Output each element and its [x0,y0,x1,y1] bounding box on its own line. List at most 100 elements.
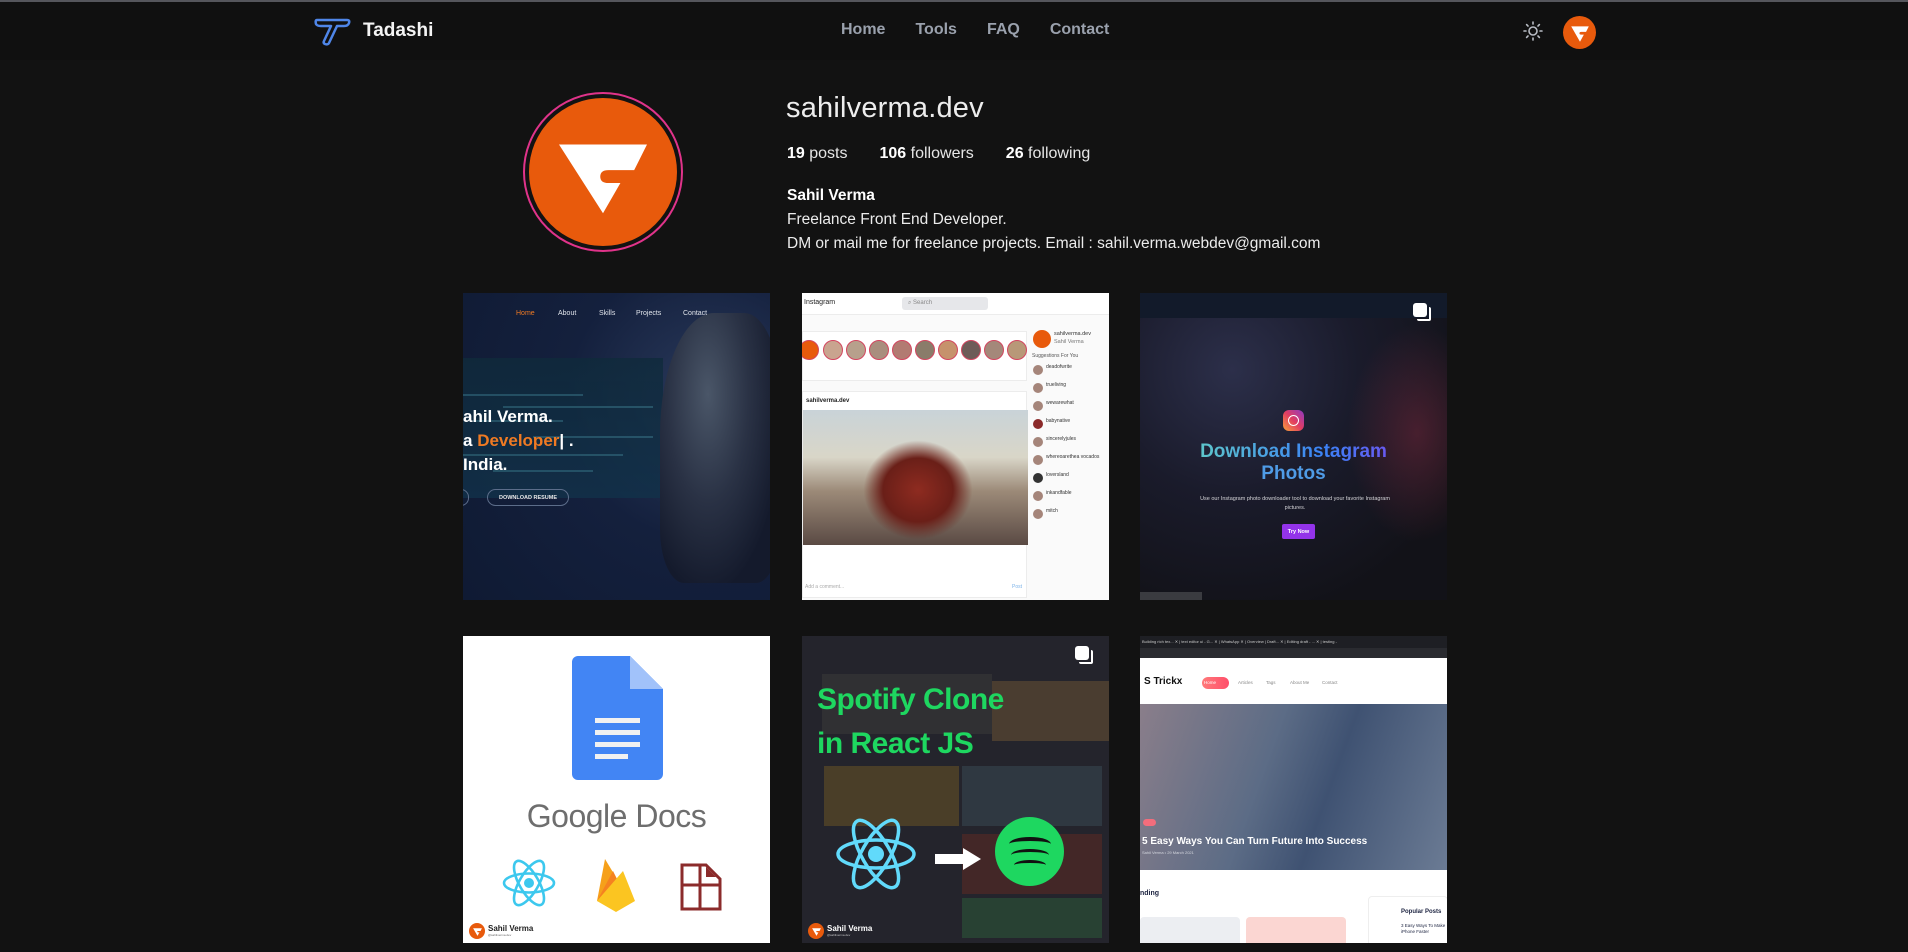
suggestion-user: sincerelyjules [1046,436,1077,442]
downloader-header [1140,293,1447,318]
brand-name: Tadashi [363,20,434,41]
blog-hero-title: 5 Easy Ways You Can Turn Future Into Suc… [1142,836,1368,847]
post-tile-instagram-clone[interactable]: Instagram ⌕ Search sahilverma.dev Add a … [802,293,1109,600]
brand-link[interactable]: Tadashi [313,16,433,46]
popular-post-item: 3 Easy Ways To Make iPhone Faster [1401,923,1446,934]
browser-tab: Editing draft - ... [1286,639,1315,644]
blog-hero-meta: Sahil Verma • 29 March 2021 [1142,850,1194,855]
suggestion-user: deadofwrite [1046,364,1072,370]
tadashi-logo-icon [314,18,351,46]
post-tile-spotify-clone[interactable]: Spotify Clone in React JS Sahil Verma @sa… [802,636,1109,943]
google-docs-wordmark: Google Docs [526,798,707,834]
google-docs-icon [572,656,663,780]
react-icon [502,859,556,907]
browser-tab: text editor ui - G... [1181,639,1214,644]
headline-line-2: a Developer| . [463,429,574,453]
stat-following[interactable]: 26 following [1006,145,1091,163]
blog-nav-about: About Me [1290,680,1310,685]
spotify-title-line-1: Spotify Clone [817,683,1004,716]
posts-count: 19 [787,145,805,162]
profile-avatar-image [529,98,677,246]
downloader-title-line-1: Download Instagram [1140,441,1447,463]
ig-topbar: Instagram ⌕ Search [802,293,1109,315]
downloader-title: Download Instagram Photos [1140,441,1447,485]
following-count: 26 [1005,145,1024,162]
watermark-handle: @sahilverma.dev [488,933,512,937]
portfolio-nav-contact: Contact [683,310,708,317]
blog-nav-tags: Tags [1266,680,1276,685]
blog-trending-heading: nding [1140,890,1160,897]
ig-feed-image [803,410,1028,545]
spotify-icon [995,817,1064,886]
theme-toggle-button[interactable] [1522,20,1544,42]
post-tile-insta-downloader[interactable]: Download Instagram Photos Use our Instag… [1140,293,1447,600]
spotify-title: Spotify Clone in React JS [817,678,1004,766]
nav-link-home[interactable]: Home [841,21,885,39]
post-tile-portfolio[interactable]: Home About Skills Projects Contact ahil … [463,293,770,600]
ig-profile-user: sahilverma.dev [1054,331,1091,337]
scrollbar-fragment [1140,592,1202,600]
portfolio-nav-about: About [558,310,577,317]
spotify-title-line-2: in React JS [817,727,974,760]
watermark-name: Sahil Verma [488,924,534,933]
post-tile-google-docs-clone[interactable]: Google Docs Sahil Verma @sahilverma.dev [463,636,770,943]
browser-tab: WhatsApp [1220,639,1240,644]
blog-header: S Trickx Home Articles Tags About Me Con… [1140,658,1447,704]
browser-tab: Building rich tex... [1142,639,1174,644]
stat-posts[interactable]: 19 posts [787,145,848,163]
blog-nav-contact: Contact [1322,680,1338,685]
user-avatar-button[interactable] [1563,16,1596,49]
nav-link-contact[interactable]: Contact [1050,21,1110,39]
bio-name: Sahil Verma [787,187,875,204]
headline-prefix: a [463,431,478,450]
multiple-images-icon [1413,303,1431,321]
suggestion-user: mitch [1046,508,1058,514]
nav-link-tools[interactable]: Tools [915,21,956,39]
nav-links: Home Tools FAQ Contact [841,21,1109,39]
bio-line-2: DM or mail me for freelance projects. Em… [787,235,1321,252]
blog-card [1140,917,1240,943]
ig-feed-post: sahilverma.dev Add a comment... Post [802,391,1028,598]
blog-tag [1143,819,1156,826]
ig-suggestions-title: Suggestions For You [1032,353,1079,359]
ig-profile-name: Sahil Verma [1054,339,1084,345]
navbar: Tadashi Home Tools FAQ Contact [0,2,1908,60]
instagram-icon [1283,410,1304,431]
profile-avatar[interactable] [523,92,683,252]
portfolio-btn-resume: DOWNLOAD RESUME [487,489,569,506]
following-label: following [1028,145,1091,162]
post-tile-blog-strickx[interactable]: Building rich tex... ✕ | text editor ui … [1140,636,1447,943]
developer-photo [660,313,770,583]
nav-link-faq[interactable]: FAQ [987,21,1020,39]
author-watermark: Sahil Verma @sahilverma.dev [469,923,533,939]
multiple-images-icon [1075,646,1093,664]
stat-followers[interactable]: 106 followers [880,145,974,163]
ig-search: ⌕ Search [902,297,988,310]
react-icon [836,818,916,890]
popular-posts-title: Popular Posts [1401,909,1442,915]
posts-label: posts [809,145,848,162]
blog-logo: S Trickx [1144,676,1183,687]
headline-cursor: | . [559,431,574,450]
ig-stories [802,331,1027,381]
headline-role: Developer [477,431,560,450]
followers-label: followers [910,145,974,162]
document-table-icon [680,863,722,911]
ig-search-placeholder: Search [913,300,933,306]
bio-line-1: Freelance Front End Developer. [787,211,1007,228]
profile-username: sahilverma.dev [786,92,984,124]
downloader-title-line-2: Photos [1261,463,1326,484]
ig-post-button: Post [1011,584,1022,590]
portfolio-nav-projects: Projects [636,310,662,317]
browser-toolbar [1140,648,1447,658]
sv-logo-icon [559,144,647,214]
browser-tab: Overview | Draft... [1247,639,1279,644]
suggestion-user: babynative [1046,418,1071,424]
ig-logo: Instagram [804,299,836,306]
portfolio-nav-home: Home [516,310,535,317]
sv-logo-icon [1570,25,1589,42]
browser-tabs: Building rich tex... ✕ | text editor ui … [1140,636,1447,648]
author-watermark: Sahil Verma @sahilverma.dev [808,923,872,939]
blog-popular-posts: Popular Posts 3 Easy Ways To Make iPhone… [1368,896,1447,943]
arrow-right-icon [935,848,981,870]
